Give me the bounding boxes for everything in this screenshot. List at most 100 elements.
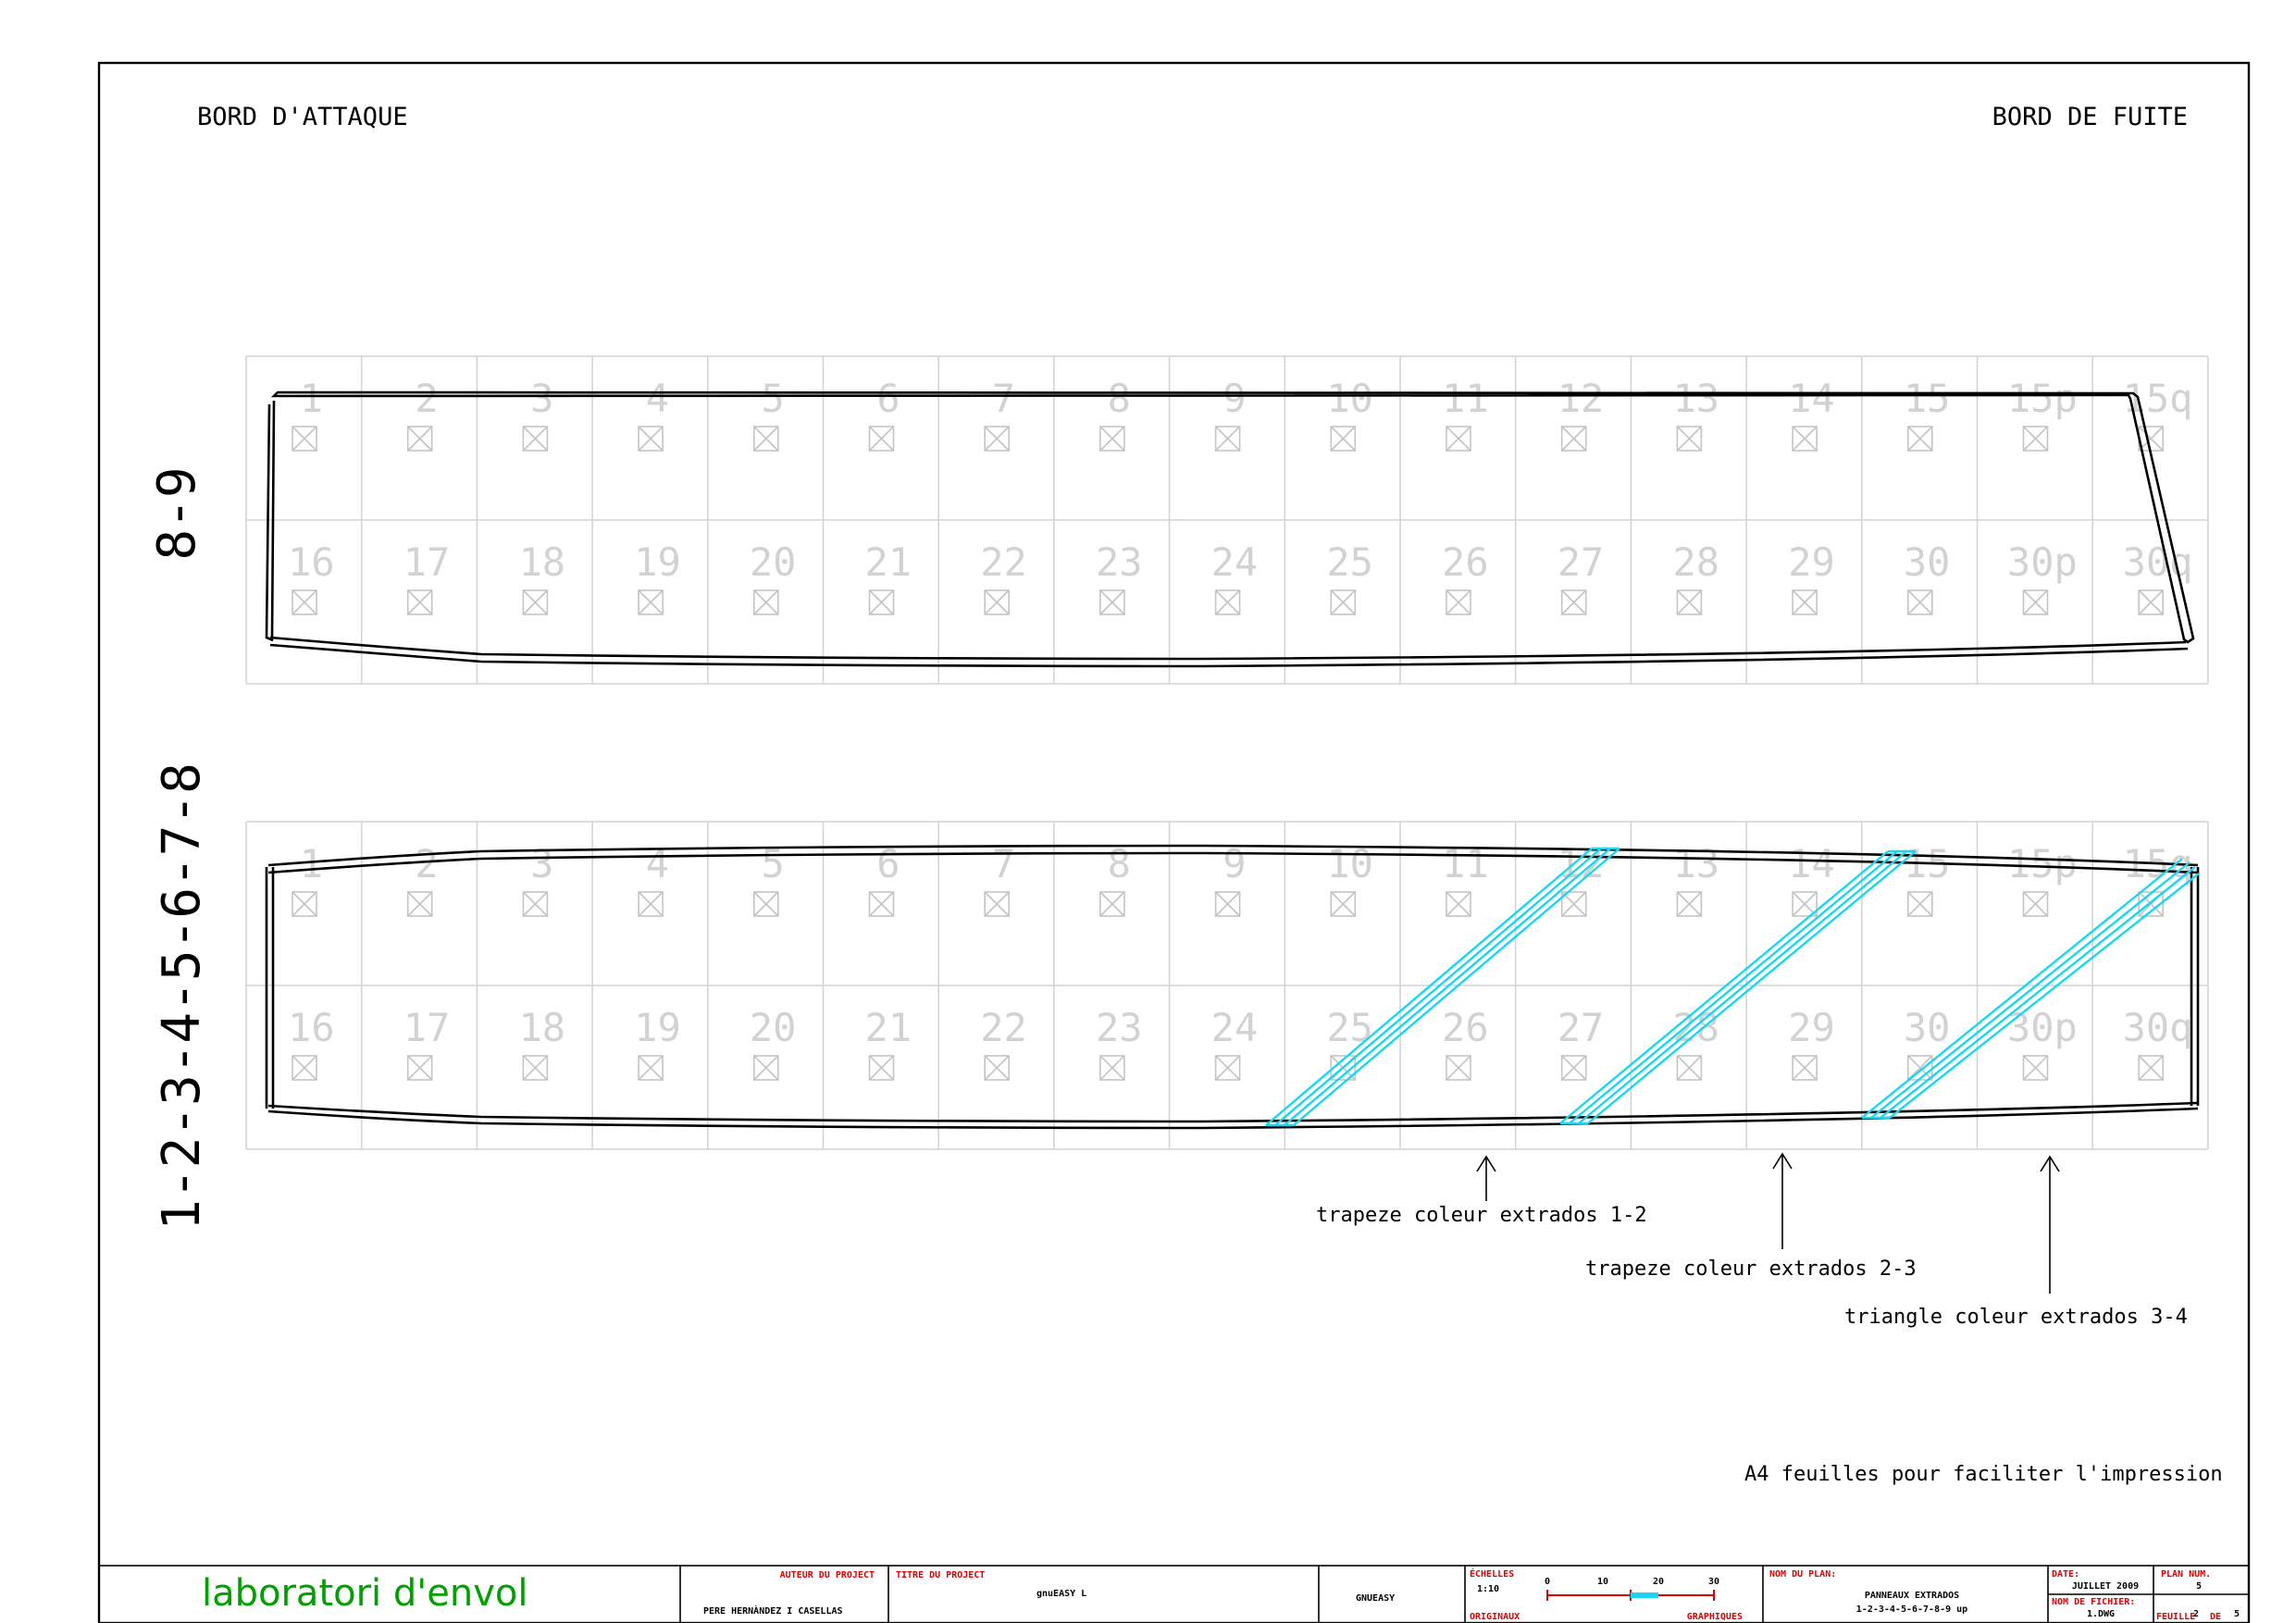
- cell-number: 17: [403, 1005, 451, 1050]
- cell-cross-box-icon: [1099, 589, 1125, 615]
- panel-label: 1-2-3-4-5-6-7-8: [152, 762, 212, 1231]
- drawing-sheet: BORD D'ATTAQUE BORD DE FUITE 1 2 3 4 5 6 7 8 9 10…: [97, 61, 2251, 1623]
- cell-cross-box-icon: [1676, 426, 1703, 452]
- panel-1-8: 1 2 3 4 5 6 7 8 9 10 11 12 13 14 15 15p 15q16 17 18 19 20 21 2…: [152, 762, 2209, 1231]
- cell-cross-box-icon: [2138, 589, 2164, 615]
- cell-number: 21: [865, 1005, 912, 1050]
- cell-number: 2: [415, 841, 438, 886]
- cell-cross-box-icon: [638, 589, 664, 615]
- cell-cross-box-icon: [1214, 426, 1241, 452]
- cell-number: 26: [1442, 1005, 1489, 1050]
- cell-cross-box-icon: [1446, 589, 1471, 615]
- cell-number: 9: [1222, 376, 1246, 421]
- cell-number: 24: [1211, 1005, 1259, 1050]
- cell-cross-box-icon: [406, 426, 433, 452]
- svg-text:GRAPHIQUES: GRAPHIQUES: [1687, 1612, 1743, 1622]
- panel-outline: [270, 390, 2195, 644]
- cell-cross-box-icon: [292, 589, 317, 615]
- cell-cross-box-icon: [1792, 589, 1818, 615]
- cell-number: 27: [1558, 539, 1605, 585]
- svg-text:1:10: 1:10: [1477, 1584, 1499, 1594]
- print-note: A4 feuilles pour faciliter l'impression: [1744, 1463, 2223, 1486]
- svg-text:GNUEASY: GNUEASY: [1356, 1593, 1395, 1604]
- cell-cross-box-icon: [2138, 426, 2164, 452]
- svg-text:ORIGINAUX: ORIGINAUX: [1470, 1612, 1520, 1622]
- cell-number: 14: [1788, 376, 1835, 421]
- cell-cross-box-icon: [2022, 1055, 2049, 1081]
- cell-cross-box-icon: [752, 426, 779, 452]
- cell-number: 22: [980, 539, 1027, 585]
- cell-number: 20: [750, 1005, 797, 1050]
- panel-cells: 1 2 3 4 5 6 7 8 9 10 11 12 13 14 15 15p 15q16 17 18 19 20 21 2…: [288, 376, 2192, 615]
- cell-cross-box-icon: [292, 426, 317, 452]
- annotation-trapeze-1-2: trapeze coleur extrados 1-2: [1316, 1155, 1647, 1227]
- cell-cross-box-icon: [984, 891, 1010, 917]
- cell-cross-box-icon: [1099, 891, 1125, 917]
- svg-text:30: 30: [1708, 1577, 1719, 1587]
- cell-cross-box-icon: [1676, 1055, 1703, 1081]
- cell-cross-box-icon: [292, 1055, 317, 1081]
- svg-text:NOM DE FICHIER:: NOM DE FICHIER:: [2052, 1597, 2135, 1607]
- cell-number: 30: [1904, 539, 1951, 585]
- cell-cross-box-icon: [2022, 891, 2049, 917]
- cell-cross-box-icon: [1560, 1055, 1587, 1081]
- cell-cross-box-icon: [638, 426, 664, 452]
- cell-cross-box-icon: [2022, 589, 2049, 615]
- cell-number: 10: [1326, 376, 1373, 421]
- cell-number: 27: [1558, 1005, 1605, 1050]
- cell-cross-box-icon: [868, 426, 895, 452]
- cell-cross-box-icon: [1446, 426, 1471, 452]
- cell-number: 24: [1211, 539, 1259, 585]
- svg-text:trapeze coleur extrados 2-3: trapeze coleur extrados 2-3: [1585, 1258, 1917, 1281]
- svg-text:FEUILLE: FEUILLE: [2156, 1612, 2195, 1622]
- cell-number: 25: [1326, 539, 1373, 585]
- cell-number: 7: [992, 841, 1015, 886]
- cell-number: 21: [865, 539, 912, 585]
- cell-cross-box-icon: [1099, 426, 1125, 452]
- svg-text:5: 5: [2196, 1581, 2202, 1592]
- svg-text:ÉCHELLES: ÉCHELLES: [1470, 1567, 1514, 1580]
- cell-cross-box-icon: [1907, 589, 1933, 615]
- svg-text:10: 10: [1597, 1577, 1608, 1587]
- cell-number: 30p: [2007, 1005, 2078, 1050]
- cell-number: 12: [1558, 376, 1605, 421]
- cell-number: 17: [403, 539, 451, 585]
- cell-number: 4: [646, 376, 669, 421]
- title-block: laboratori d'envol AUTEUR DU PROJECT PER…: [98, 1565, 2250, 1623]
- svg-text:PLAN NUM.: PLAN NUM.: [2161, 1569, 2211, 1580]
- cell-cross-box-icon: [1446, 891, 1471, 917]
- graphic-scale-bar: 0 10 20 30: [1545, 1577, 1719, 1601]
- svg-text:0: 0: [1545, 1577, 1550, 1587]
- cell-number: 5: [762, 376, 785, 421]
- svg-text:DATE:: DATE:: [2052, 1569, 2079, 1580]
- svg-text:20: 20: [1653, 1577, 1664, 1587]
- cell-cross-box-icon: [406, 891, 433, 917]
- svg-text:AUTEUR DU PROJECT: AUTEUR DU PROJECT: [780, 1570, 875, 1580]
- cell-number: 19: [634, 1005, 681, 1050]
- cell-number: 14: [1788, 841, 1835, 886]
- leading-edge-label: BORD D'ATTAQUE: [197, 103, 408, 131]
- cell-number: 3: [530, 841, 553, 886]
- cell-number: 30q: [2123, 1005, 2193, 1050]
- svg-text:PANNEAUX EXTRADOS: PANNEAUX EXTRADOS: [1865, 1591, 1959, 1601]
- cell-cross-box-icon: [1099, 1055, 1125, 1081]
- cell-cross-box-icon: [1214, 589, 1241, 615]
- cell-cross-box-icon: [1330, 589, 1357, 615]
- cell-number: 20: [750, 539, 797, 585]
- cell-cross-box-icon: [522, 1055, 549, 1081]
- stripe-1-2: [1265, 847, 1620, 1127]
- cell-number: 3: [530, 376, 553, 421]
- brand-name: laboratori d'envol: [202, 1572, 527, 1615]
- svg-text:DE: DE: [2210, 1612, 2221, 1622]
- cell-number: 8: [1108, 376, 1131, 421]
- cell-cross-box-icon: [2022, 426, 2049, 452]
- cell-number: 28: [1672, 539, 1719, 585]
- cell-number: 8: [1108, 841, 1131, 886]
- cell-number: 16: [288, 1005, 335, 1050]
- cell-cross-box-icon: [1330, 426, 1357, 452]
- cell-number: 16: [288, 539, 335, 585]
- annotation-triangle-3-4: triangle coleur extrados 3-4: [1844, 1155, 2188, 1329]
- cell-number: 25: [1326, 1005, 1373, 1050]
- cell-cross-box-icon: [1676, 891, 1703, 917]
- cell-number: 23: [1096, 1005, 1143, 1050]
